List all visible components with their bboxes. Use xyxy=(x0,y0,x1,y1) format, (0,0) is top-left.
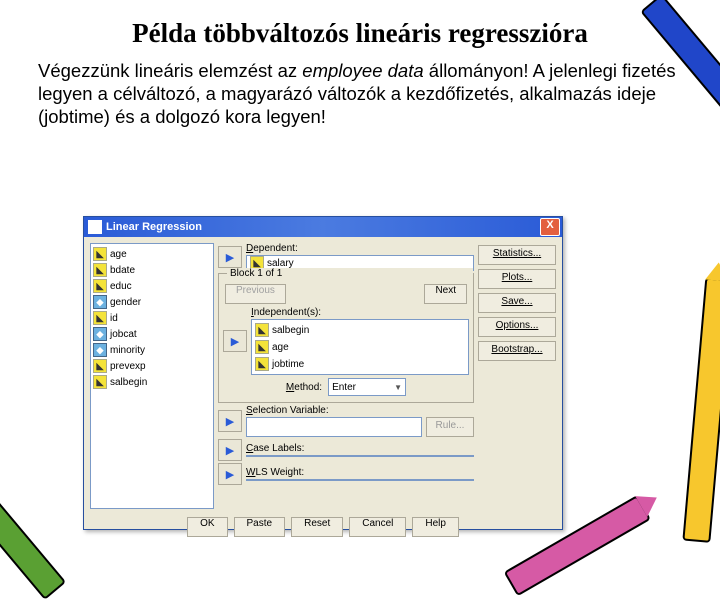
help-button[interactable]: Help xyxy=(412,517,459,537)
list-item[interactable]: ◣educ xyxy=(93,278,211,294)
method-select[interactable]: Enter ▼ xyxy=(328,378,406,396)
dependent-label: Dependent: xyxy=(246,243,474,254)
arrow-right-icon: ▶ xyxy=(226,251,234,264)
variable-list[interactable]: ◣age ◣bdate ◣educ ◆gender ◣id ◆jobcat ◆m… xyxy=(90,243,214,509)
arrow-right-icon: ▶ xyxy=(231,335,239,348)
list-item[interactable]: ◣prevexp xyxy=(93,358,211,374)
close-button[interactable]: X xyxy=(540,218,560,236)
scale-icon: ◣ xyxy=(93,375,107,389)
ok-button[interactable]: OK xyxy=(187,517,227,537)
slide-body-pre: Végezzünk lineáris elemzést az xyxy=(38,60,302,81)
caselabel-field[interactable] xyxy=(246,455,474,457)
selection-field[interactable] xyxy=(246,417,422,437)
list-item[interactable]: ◆jobcat xyxy=(93,326,211,342)
block-label: Block 1 of 1 xyxy=(227,268,473,279)
var-label: salbegin xyxy=(110,377,147,388)
list-item[interactable]: ◣jobtime xyxy=(255,356,304,372)
cancel-button[interactable]: Cancel xyxy=(349,517,406,537)
list-item[interactable]: ◆minority xyxy=(93,342,211,358)
list-item[interactable]: ◣age xyxy=(255,339,289,355)
scale-icon: ◣ xyxy=(93,279,107,293)
wls-field[interactable] xyxy=(246,479,474,481)
var-label: educ xyxy=(110,281,132,292)
list-item[interactable]: ◣salbegin xyxy=(93,374,211,390)
var-label: age xyxy=(110,249,127,260)
list-item[interactable]: ◣age xyxy=(93,246,211,262)
var-label: salbegin xyxy=(272,325,309,336)
crayon-yellow-decoration xyxy=(683,277,720,538)
next-button[interactable]: Next xyxy=(424,284,467,304)
var-label: jobtime xyxy=(272,359,304,370)
slide-body: Végezzünk lineáris elemzést az employee … xyxy=(38,59,682,128)
options-button[interactable]: Options... xyxy=(478,317,556,337)
scale-icon: ◣ xyxy=(255,357,269,371)
var-label: bdate xyxy=(110,265,135,276)
caselabel-label: Case Labels: xyxy=(246,443,474,454)
list-item[interactable]: ◣id xyxy=(93,310,211,326)
scale-icon: ◣ xyxy=(93,359,107,373)
dialog-title: Linear Regression xyxy=(106,221,202,233)
var-label: jobcat xyxy=(110,329,137,340)
scale-icon: ◣ xyxy=(93,247,107,261)
previous-button[interactable]: Previous xyxy=(225,284,286,304)
arrow-right-icon: ▶ xyxy=(226,468,234,481)
slide-title: Példa többváltozós lineáris regresszióra xyxy=(40,18,680,49)
slide-body-em: employee data xyxy=(302,60,423,81)
bootstrap-button[interactable]: Bootstrap... xyxy=(478,341,556,361)
list-item[interactable]: ◆gender xyxy=(93,294,211,310)
linear-regression-dialog: Linear Regression X ◣age ◣bdate ◣educ ◆g… xyxy=(83,216,563,530)
move-independent-button[interactable]: ▶ xyxy=(223,330,247,352)
save-button[interactable]: Save... xyxy=(478,293,556,313)
move-caselabel-button[interactable]: ▶ xyxy=(218,439,242,461)
nominal-icon: ◆ xyxy=(93,343,107,357)
scale-icon: ◣ xyxy=(93,311,107,325)
var-label: id xyxy=(110,313,118,324)
var-label: minority xyxy=(110,345,145,356)
nominal-icon: ◆ xyxy=(93,295,107,309)
crayon-green-decoration xyxy=(0,459,61,597)
reset-button[interactable]: Reset xyxy=(291,517,343,537)
plots-button[interactable]: Plots... xyxy=(478,269,556,289)
arrow-right-icon: ▶ xyxy=(226,415,234,428)
method-value: Enter xyxy=(332,382,356,393)
var-label: prevexp xyxy=(110,361,146,372)
statistics-button[interactable]: Statistics... xyxy=(478,245,556,265)
arrow-right-icon: ▶ xyxy=(226,444,234,457)
wls-label: WLS Weight: xyxy=(246,467,474,478)
scale-icon: ◣ xyxy=(255,340,269,354)
chevron-down-icon: ▼ xyxy=(394,383,402,392)
nominal-icon: ◆ xyxy=(93,327,107,341)
app-icon xyxy=(88,220,102,234)
var-label: age xyxy=(272,342,289,353)
scale-icon: ◣ xyxy=(93,263,107,277)
dependent-value: salary xyxy=(267,258,294,269)
block-group: Block 1 of 1 Previous Next ▶ Independent… xyxy=(218,273,474,403)
move-dependent-button[interactable]: ▶ xyxy=(218,246,242,268)
selection-label: Selection Variable: xyxy=(246,405,474,416)
rule-button[interactable]: Rule... xyxy=(426,417,474,437)
independents-label: Independent(s): xyxy=(251,307,469,318)
scale-icon: ◣ xyxy=(255,323,269,337)
list-item[interactable]: ◣bdate xyxy=(93,262,211,278)
dialog-titlebar[interactable]: Linear Regression X xyxy=(84,217,562,237)
move-selection-button[interactable]: ▶ xyxy=(218,410,242,432)
move-wls-button[interactable]: ▶ xyxy=(218,463,242,485)
var-label: gender xyxy=(110,297,141,308)
list-item[interactable]: ◣salbegin xyxy=(255,322,309,338)
paste-button[interactable]: Paste xyxy=(234,517,286,537)
independents-field[interactable]: ◣salbegin ◣age ◣jobtime xyxy=(251,319,469,375)
method-label: Method: xyxy=(286,382,322,393)
